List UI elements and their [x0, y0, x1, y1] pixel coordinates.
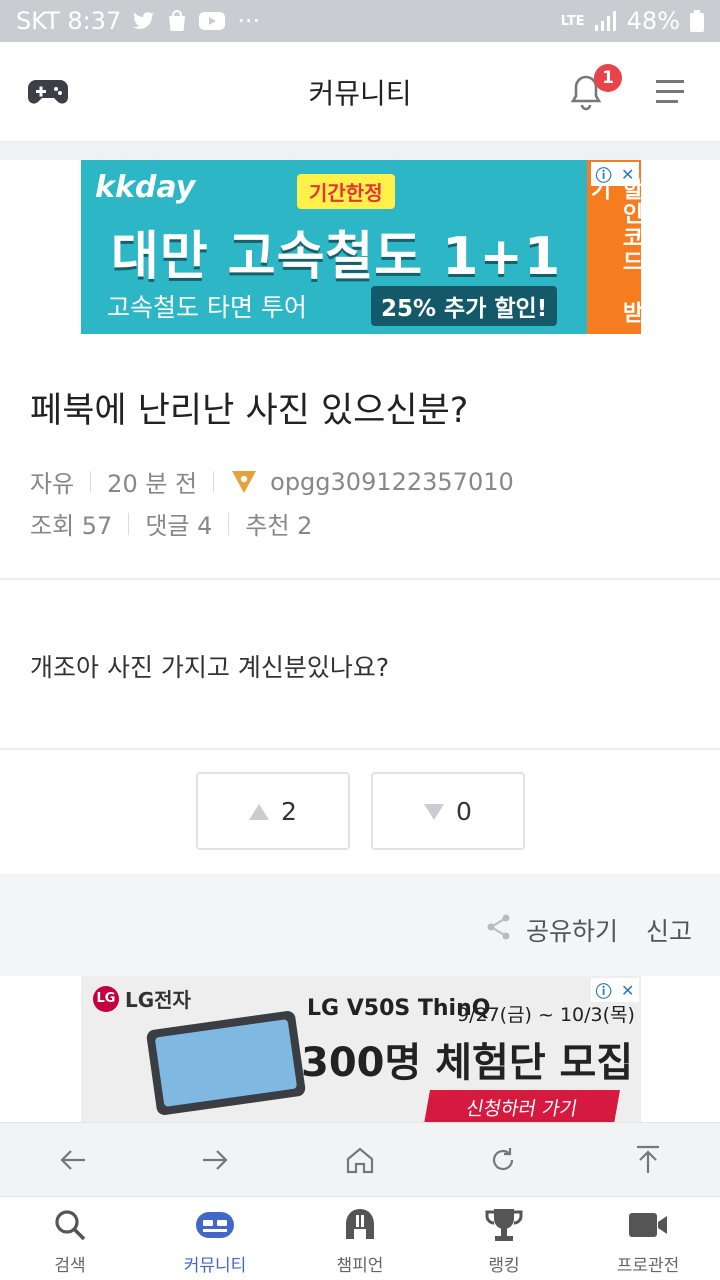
author-tier-icon	[230, 469, 258, 495]
divider	[128, 512, 130, 535]
browser-toolbar	[0, 1122, 720, 1196]
downvote-count: 0	[456, 796, 472, 826]
status-bar: SKT 8:37 ··· LTE 48%	[0, 0, 720, 42]
post-views: 조회 57	[30, 512, 113, 540]
page-title: 커뮤니티	[308, 76, 412, 110]
ad-dates: 9/27(금) ~ 10/3(목)	[457, 1004, 635, 1026]
nav-label: 프로관전	[616, 1256, 680, 1276]
post-recommend: 추천 2	[245, 512, 313, 540]
triangle-up-icon	[249, 797, 270, 826]
ad-brand: LG LG전자	[93, 984, 191, 1013]
carrier-time: SKT 8:37	[16, 7, 122, 35]
nav-label: 커뮤니티	[183, 1256, 247, 1276]
section-gap	[0, 142, 720, 160]
notification-badge: 1	[594, 64, 622, 92]
twitter-icon	[133, 11, 155, 31]
community-icon	[195, 1207, 235, 1243]
divider	[0, 748, 720, 750]
refresh-icon[interactable]	[486, 1143, 520, 1177]
youtube-icon	[199, 11, 226, 31]
trophy-icon	[485, 1207, 523, 1243]
ad-choices-icon[interactable]: ⓘ ✕	[591, 978, 639, 1002]
ad-brand: kkday	[95, 170, 196, 205]
nav-item-community[interactable]: 커뮤니티	[155, 1207, 275, 1276]
nav-item-search[interactable]: 검색	[10, 1207, 130, 1276]
close-icon[interactable]: ✕	[621, 981, 634, 1000]
ad-discount-badge: 25% 추가 할인!	[371, 286, 558, 326]
upvote-button[interactable]: 2	[196, 772, 350, 850]
nav-item-pro-viewing[interactable]: 프로관전	[588, 1207, 708, 1276]
divider	[0, 578, 720, 580]
signal-icon	[594, 11, 617, 31]
post-category[interactable]: 자유	[30, 464, 74, 499]
hamburger-menu-icon[interactable]	[654, 78, 686, 110]
search-icon	[53, 1207, 87, 1243]
lg-logo-icon: LG	[93, 985, 119, 1012]
info-icon[interactable]: ⓘ	[596, 162, 612, 186]
bottom-nav: 검색 커뮤니티 챔피언 랭킹 프로관전	[0, 1196, 720, 1280]
ad-headline: 대만 고속철도 1+1	[111, 227, 562, 287]
ad-brand-label: LG전자	[125, 988, 191, 1012]
ad-banner-kkday[interactable]: kkday 기간한정 대만 고속철도 1+1 고속철도 타면 투어 25% 추가…	[81, 160, 641, 334]
phone-image	[145, 1009, 307, 1117]
share-label: 공유하기	[526, 917, 619, 946]
video-camera-icon	[628, 1207, 668, 1243]
ad-cta-button[interactable]: 신청하러 가기	[424, 1090, 620, 1122]
ad-cta-label: 신청하러 가기	[464, 1097, 580, 1120]
ad-subline: 고속철도 타면 투어	[107, 293, 307, 322]
champion-icon	[342, 1207, 378, 1243]
ad-choices-icon[interactable]: ⓘ ✕	[591, 162, 639, 186]
divider	[90, 470, 92, 493]
triangle-down-icon	[424, 797, 445, 826]
gamepad-icon[interactable]	[28, 76, 68, 112]
ad-headline: 300명 체험단 모집	[301, 1040, 634, 1086]
lte-label: LTE	[560, 13, 585, 29]
battery-icon	[690, 10, 704, 32]
post-meta: 자유 20 분 전 opgg309122357010	[30, 464, 514, 499]
ad-banner-lg[interactable]: LG LG전자 LG V50S ThinQ 9/27(금) ~ 10/3(목) …	[81, 976, 641, 1122]
more-notifications-icon: ···	[237, 7, 261, 35]
close-icon[interactable]: ✕	[621, 165, 634, 184]
post-comments: 댓글 4	[145, 512, 213, 540]
post-stats: 조회 57 댓글 4 추천 2	[30, 506, 312, 541]
divider	[213, 470, 215, 493]
post-title: 페북에 난리난 사진 있으신분?	[30, 391, 469, 431]
nav-item-champion[interactable]: 챔피언	[300, 1207, 420, 1276]
share-button[interactable]: 공유하기	[486, 912, 618, 948]
info-icon[interactable]: ⓘ	[596, 978, 612, 1002]
home-icon[interactable]	[343, 1143, 377, 1177]
share-icon	[486, 913, 512, 947]
post-author[interactable]: opgg309122357010	[270, 468, 514, 496]
nav-label: 랭킹	[488, 1256, 520, 1276]
app-header: 커뮤니티 1	[0, 42, 720, 142]
phone-screen	[154, 1019, 298, 1107]
post-time: 20 분 전	[107, 470, 198, 498]
upvote-count: 2	[281, 796, 297, 826]
forward-arrow-icon[interactable]	[198, 1143, 232, 1177]
nav-label: 챔피언	[336, 1256, 384, 1276]
back-arrow-icon[interactable]	[56, 1143, 90, 1177]
nav-item-ranking[interactable]: 랭킹	[444, 1207, 564, 1276]
divider	[228, 512, 230, 535]
post-body: 개조아 사진 가지고 계신분있나요?	[30, 653, 390, 682]
downvote-button[interactable]: 0	[371, 772, 525, 850]
battery-percent: 48%	[626, 7, 680, 35]
nav-label: 검색	[54, 1256, 86, 1276]
scroll-top-icon[interactable]	[631, 1143, 665, 1177]
ad-side-cta: 할인코드 받기	[586, 160, 641, 334]
shopping-bag-icon	[167, 10, 187, 32]
report-button[interactable]: 신고	[646, 912, 692, 948]
ad-tag: 기간한정	[297, 174, 395, 209]
